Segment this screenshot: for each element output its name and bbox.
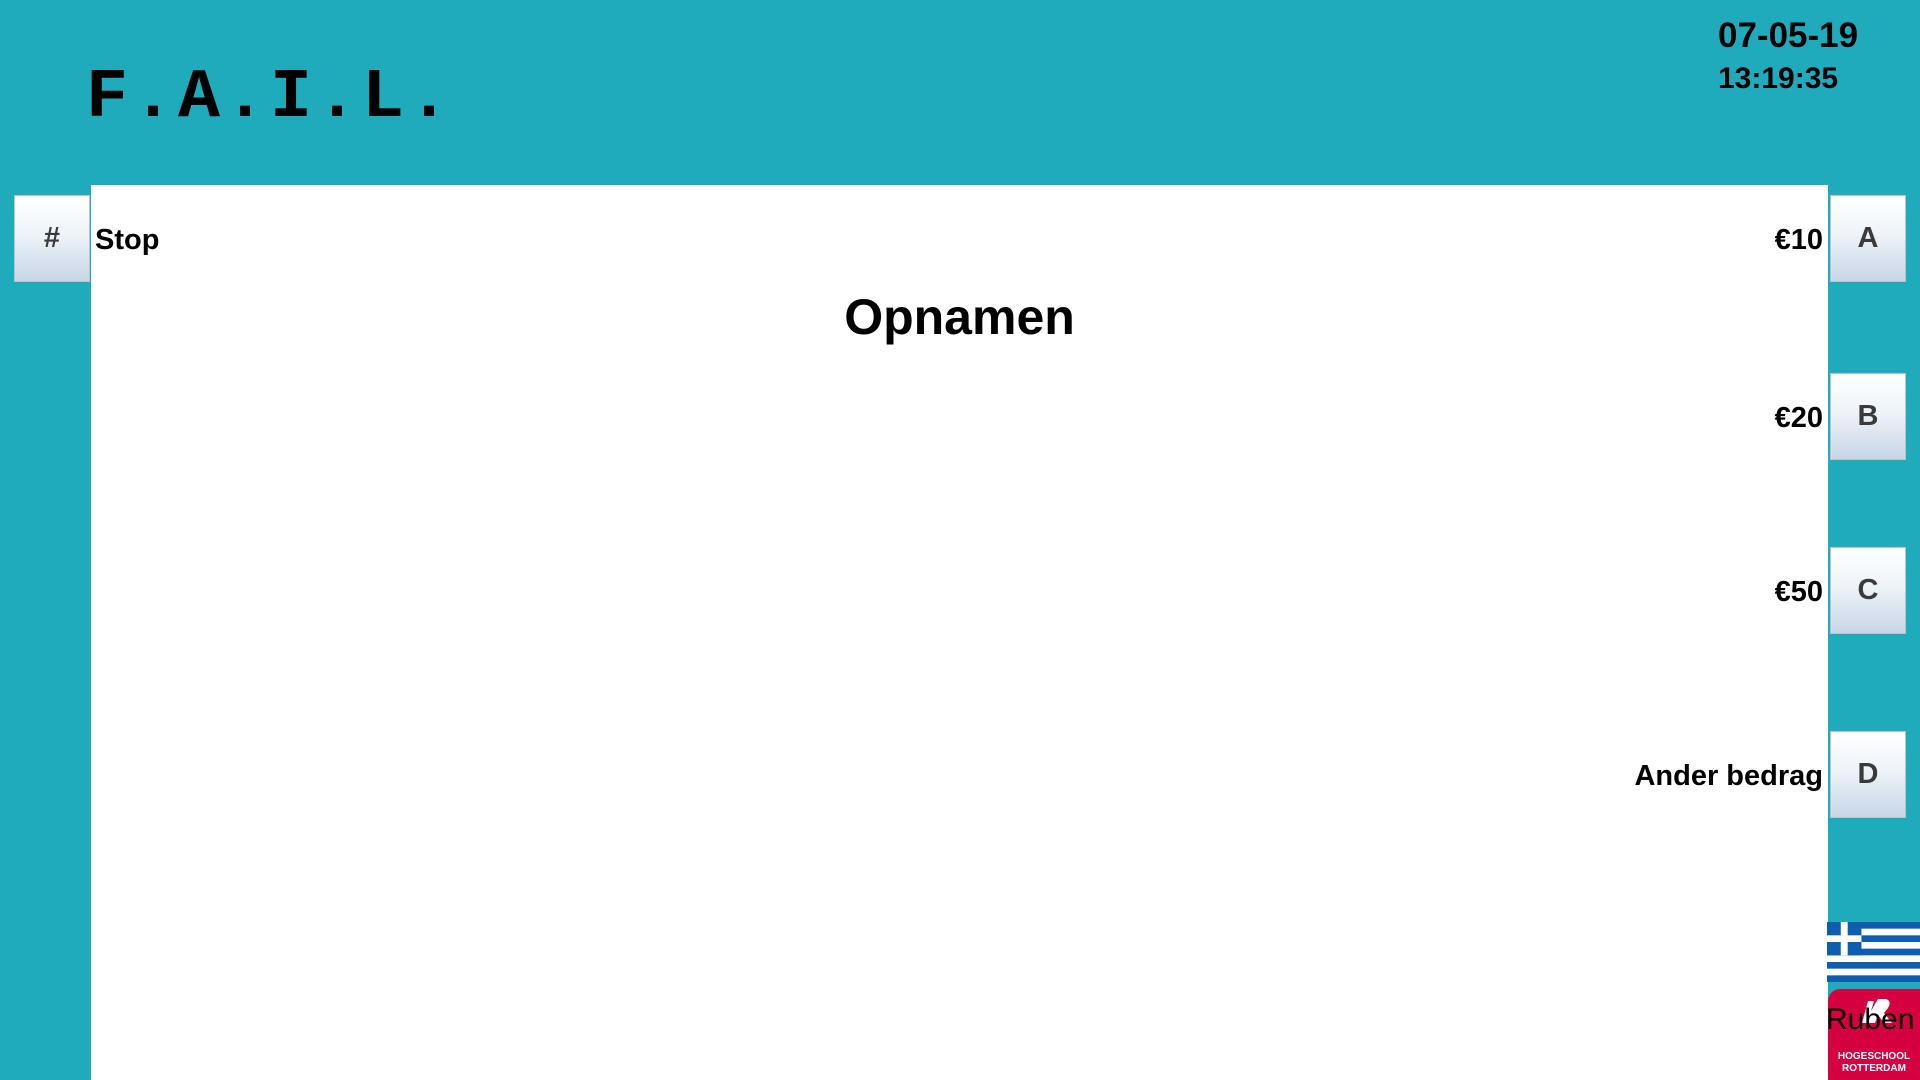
stop-key-button[interactable]: # bbox=[14, 195, 90, 282]
greek-flag-icon[interactable] bbox=[1827, 922, 1920, 982]
app-logo: F.A.I.L. bbox=[86, 59, 455, 138]
key-d-button[interactable]: D bbox=[1830, 731, 1906, 818]
key-b-button[interactable]: B bbox=[1830, 373, 1906, 460]
time-display: 13:19:35 bbox=[1718, 62, 1839, 95]
amount-50-label: €50 bbox=[1774, 576, 1823, 608]
amount-20-label: €20 bbox=[1774, 402, 1823, 434]
institution-line-1: HOGESCHOOL bbox=[1837, 1051, 1911, 1062]
other-amount-label: Ander bedrag bbox=[1634, 760, 1823, 792]
stop-label: Stop bbox=[95, 224, 160, 256]
institution-line-2: ROTTERDAM bbox=[1842, 1063, 1906, 1074]
amount-10-label: €10 bbox=[1774, 224, 1823, 256]
key-c-button[interactable]: C bbox=[1830, 547, 1906, 634]
date-display: 07-05-19 bbox=[1718, 16, 1859, 55]
page-title: Opnamen bbox=[844, 289, 1075, 345]
user-name: Ruben bbox=[1826, 1003, 1915, 1036]
key-a-button[interactable]: A bbox=[1830, 195, 1906, 282]
